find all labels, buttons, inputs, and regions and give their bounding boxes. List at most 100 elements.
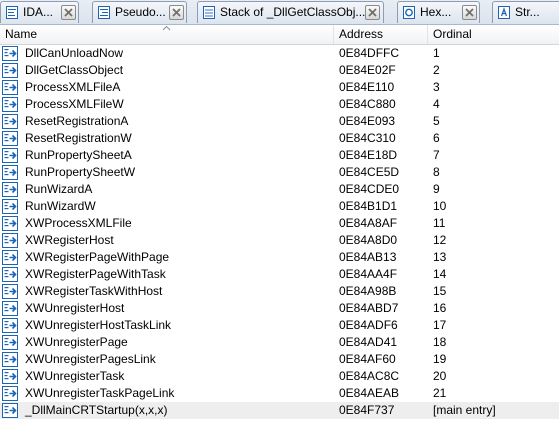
export-name: XWUnregisterTaskPageLink (25, 386, 175, 400)
tab-label: IDA... (23, 5, 54, 19)
function-icon (2, 80, 18, 95)
table-row[interactable]: RunWizardA 0E84CDE0 9 (0, 181, 559, 198)
export-ordinal: 2 (433, 63, 440, 77)
export-ordinal: 1 (433, 46, 440, 60)
export-ordinal: [main entry] (433, 403, 496, 417)
table-row[interactable]: RunWizardW 0E84B1D1 10 (0, 198, 559, 215)
export-name: XWRegisterHost (25, 233, 114, 247)
export-name: DllCanUnloadNow (25, 46, 124, 60)
table-row[interactable]: XWUnregisterTaskPageLink 0E84AEAB 21 (0, 385, 559, 402)
tab-stack-frame[interactable]: Stack of _DllGetClassObj... (197, 1, 384, 23)
export-ordinal: 7 (433, 148, 440, 162)
export-address: 0E84C310 (339, 131, 396, 145)
close-icon[interactable] (365, 5, 380, 20)
tab-pseudocode[interactable]: Pseudo... (92, 1, 187, 23)
export-address: 0E84ADF6 (339, 318, 398, 332)
export-name: RunWizardA (25, 182, 93, 196)
export-name: XWProcessXMLFile (25, 216, 132, 230)
export-ordinal: 17 (433, 318, 447, 332)
column-name-label: Name (5, 27, 38, 41)
function-icon (2, 386, 18, 401)
tab-label: Stack of _DllGetClassObj... (220, 5, 366, 19)
export-address: 0E84CE5D (339, 165, 400, 179)
export-ordinal: 13 (433, 250, 447, 264)
ida-view-icon (6, 6, 18, 19)
table-row[interactable]: XWRegisterPageWithTask 0E84AA4F 14 (0, 266, 559, 283)
table-row[interactable]: ProcessXMLFileW 0E84C880 4 (0, 96, 559, 113)
export-ordinal: 4 (433, 97, 440, 111)
export-address: 0E84ABD7 (339, 301, 399, 315)
export-name: RunPropertySheetA (25, 148, 132, 162)
export-name: ProcessXMLFileA (25, 80, 121, 94)
exports-list: DllCanUnloadNow 0E84DFFC 1 DllGetClassObjec… (0, 45, 559, 419)
export-ordinal: 15 (433, 284, 447, 298)
export-ordinal: 11 (433, 216, 446, 230)
export-address: 0E84AD41 (339, 335, 398, 349)
column-address-label: Address (339, 27, 384, 41)
column-header-address[interactable]: Address (334, 25, 428, 44)
table-row[interactable]: XWProcessXMLFile 0E84A8AF 11 (0, 215, 559, 232)
export-address: 0E84E18D (339, 148, 398, 162)
export-ordinal: 21 (433, 386, 447, 400)
export-ordinal: 5 (433, 114, 440, 128)
export-name: XWUnregisterTask (25, 369, 125, 383)
function-icon (2, 63, 18, 78)
table-row[interactable]: XWRegisterHost 0E84A8D0 12 (0, 232, 559, 249)
table-row[interactable]: ResetRegistrationW 0E84C310 6 (0, 130, 559, 147)
tab-ida-view[interactable]: IDA... (0, 1, 79, 23)
column-header-name[interactable]: Name (0, 25, 334, 44)
tab-strings[interactable]: Str... (492, 1, 559, 23)
export-ordinal: 18 (433, 335, 447, 349)
export-ordinal: 10 (433, 199, 447, 213)
table-row[interactable]: XWUnregisterTask 0E84AC8C 20 (0, 368, 559, 385)
function-icon (2, 284, 18, 299)
table-row[interactable]: ProcessXMLFileA 0E84E110 3 (0, 79, 559, 96)
close-icon[interactable] (169, 5, 184, 20)
table-row[interactable]: XWRegisterTaskWithHost 0E84A98B 15 (0, 283, 559, 300)
function-icon (2, 114, 18, 129)
function-icon (2, 369, 18, 384)
close-icon[interactable] (462, 5, 477, 20)
function-icon (2, 318, 18, 333)
column-header-ordinal[interactable]: Ordinal (428, 25, 559, 44)
function-icon (2, 148, 18, 163)
function-icon (2, 97, 18, 112)
tab-hex-view[interactable]: Hex... (397, 1, 480, 23)
export-name: XWUnregisterPage (25, 335, 128, 349)
table-row[interactable]: RunPropertySheetA 0E84E18D 7 (0, 147, 559, 164)
table-row[interactable]: _DllMainCRTStartup(x,x,x) 0E84F737 [main e… (0, 402, 559, 419)
table-row[interactable]: RunPropertySheetW 0E84CE5D 8 (0, 164, 559, 181)
tab-label: Pseudo... (115, 5, 166, 19)
column-header: Name Address Ordinal (0, 25, 559, 45)
export-address: 0E84AA4F (339, 267, 398, 281)
function-icon (2, 46, 18, 61)
table-row[interactable]: XWUnregisterPagesLink 0E84AF60 19 (0, 351, 559, 368)
table-row[interactable]: XWUnregisterHost 0E84ABD7 16 (0, 300, 559, 317)
export-ordinal: 6 (433, 131, 440, 145)
table-row[interactable]: DllCanUnloadNow 0E84DFFC 1 (0, 45, 559, 62)
export-name: XWRegisterTaskWithHost (25, 284, 163, 298)
pseudocode-icon (98, 6, 110, 19)
export-name: _DllMainCRTStartup(x,x,x) (25, 403, 168, 417)
export-address: 0E84A8AF (339, 216, 398, 230)
export-address: 0E84E02F (339, 63, 396, 77)
export-address: 0E84B1D1 (339, 199, 398, 213)
table-row[interactable]: XWUnregisterHostTaskLink 0E84ADF6 17 (0, 317, 559, 334)
export-address: 0E84F737 (339, 403, 395, 417)
close-icon[interactable] (61, 5, 76, 20)
export-name: RunPropertySheetW (25, 165, 136, 179)
table-row[interactable]: ResetRegistrationA 0E84E093 5 (0, 113, 559, 130)
function-icon (2, 131, 18, 146)
export-ordinal: 3 (433, 80, 440, 94)
export-address: 0E84E110 (339, 80, 395, 94)
table-row[interactable]: XWUnregisterPage 0E84AD41 18 (0, 334, 559, 351)
function-icon (2, 165, 18, 180)
tab-label: Str... (515, 5, 540, 19)
column-ordinal-label: Ordinal (433, 27, 472, 41)
function-icon (2, 182, 18, 197)
function-icon (2, 403, 18, 418)
table-row[interactable]: DllGetClassObject 0E84E02F 2 (0, 62, 559, 79)
table-row[interactable]: XWRegisterPageWithPage 0E84AB13 13 (0, 249, 559, 266)
export-ordinal: 16 (433, 301, 447, 315)
function-icon (2, 233, 18, 248)
